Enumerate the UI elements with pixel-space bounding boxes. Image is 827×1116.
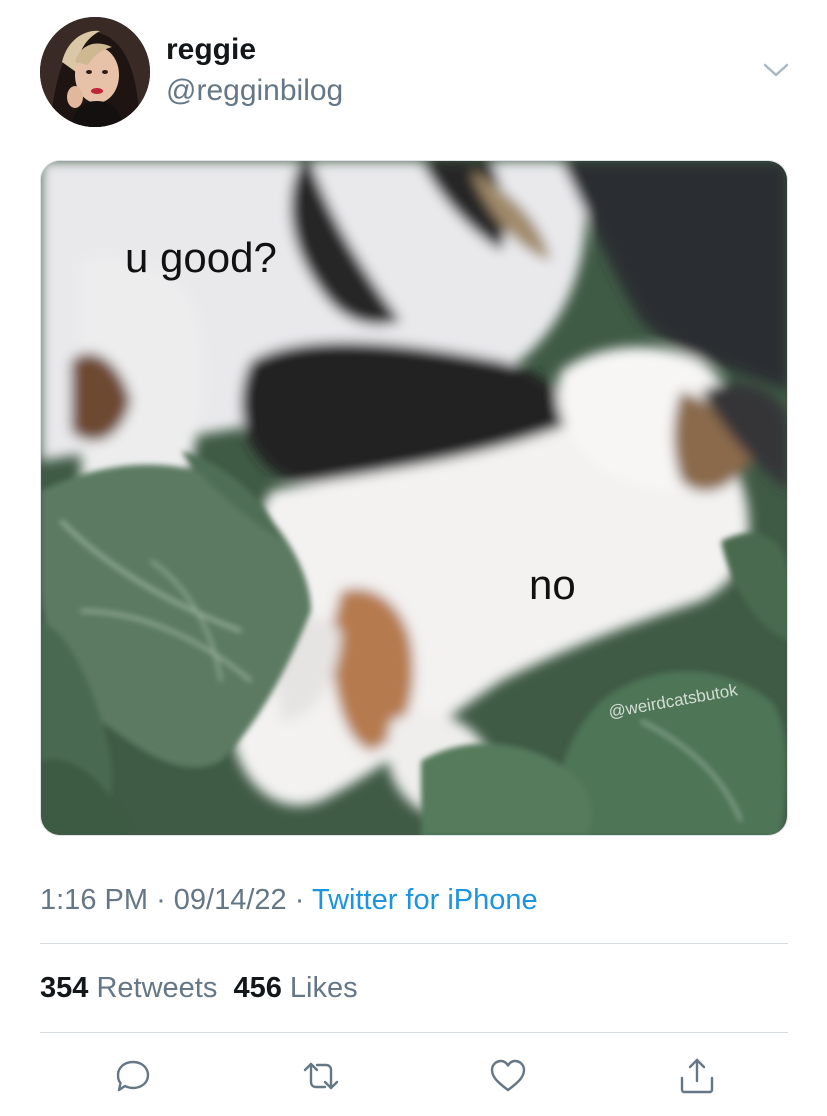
retweets-label: Retweets [96,972,218,1004]
reply-icon[interactable] [113,1056,153,1096]
likes-count: 456 [233,972,282,1004]
meta-separator: · [294,884,305,916]
retweets-count: 354 [40,972,89,1004]
tweet-time[interactable]: 1:16 PM [40,884,148,916]
divider [40,1032,788,1033]
divider [40,943,788,944]
caption-bottom: no [529,561,576,608]
tweet-source-link[interactable]: Twitter for iPhone [312,884,538,916]
chevron-down-icon[interactable] [760,58,792,82]
retweets-stat[interactable]: 354 Retweets [40,972,217,1004]
retweet-icon[interactable] [301,1056,341,1096]
heart-icon[interactable] [488,1056,528,1096]
avatar-photo [40,17,150,127]
share-icon[interactable] [677,1056,717,1096]
caption-top: u good? [125,234,277,281]
likes-stat[interactable]: 456 Likes [233,972,357,1004]
display-name[interactable]: reggie [166,32,256,68]
meta-separator: · [156,884,166,916]
engagement-stats: 354 Retweets 456 Likes [40,970,358,1006]
likes-label: Likes [289,972,358,1004]
tweet-meta: 1:16 PM · 09/14/22 · Twitter for iPhone [40,882,538,918]
user-handle[interactable]: @regginbilog [166,73,343,109]
avatar[interactable] [40,17,150,127]
tweet-image[interactable]: u good? no @weirdcatsbutok [40,160,788,836]
tweet-date[interactable]: 09/14/22 [174,884,287,916]
